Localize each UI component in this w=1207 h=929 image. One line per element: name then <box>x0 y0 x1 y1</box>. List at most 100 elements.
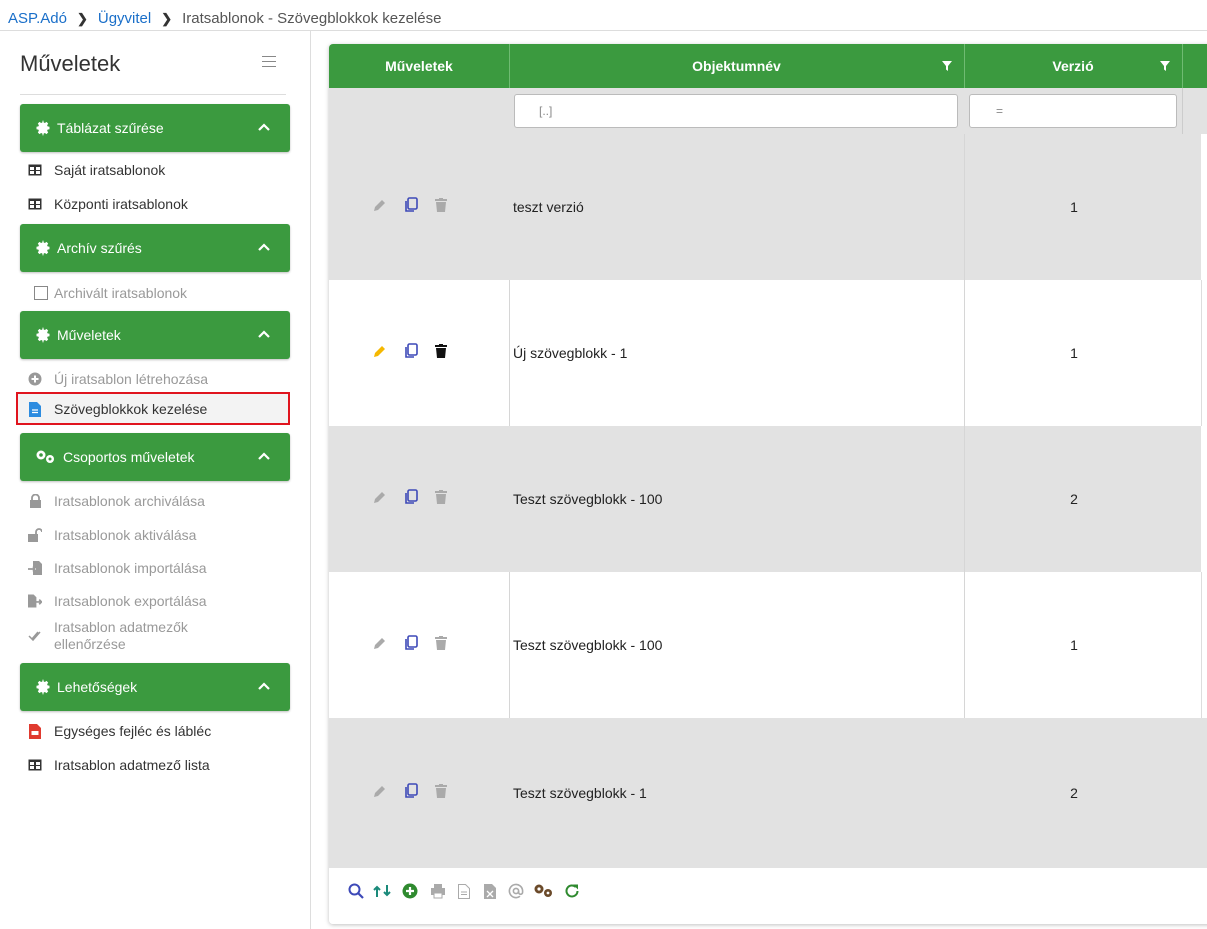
settings-icon[interactable] <box>533 882 555 900</box>
sidebar-item-szovegblokkok-kezelese[interactable]: Szövegblokkok kezelése <box>28 401 207 417</box>
add-icon[interactable] <box>401 882 419 900</box>
sidebar-item-label: Iratsablon adatmező lista <box>54 757 210 773</box>
column-header-verzio[interactable]: Verzió <box>964 44 1183 88</box>
sidebar-item-adatmezo-lista[interactable]: Iratsablon adatmező lista <box>28 757 210 773</box>
sidebar-divider <box>310 31 311 929</box>
copy-icon[interactable] <box>403 783 419 799</box>
row-version: 2 <box>1070 785 1078 801</box>
section-label: Archív szűrés <box>57 240 142 256</box>
section-label: Lehetőségek <box>57 679 138 695</box>
trash-icon[interactable] <box>435 344 447 358</box>
row-actions <box>373 635 463 651</box>
section-label: Műveletek <box>57 327 121 343</box>
sidebar: Műveletek Táblázat szűrése Saját iratsab… <box>0 31 310 929</box>
section-header-csoportos-muveletek[interactable]: Csoportos műveletek <box>20 433 290 481</box>
gear-icon <box>34 239 52 257</box>
column-divider <box>964 280 965 426</box>
document-icon <box>28 401 42 417</box>
search-icon[interactable] <box>347 882 365 900</box>
row-trailing-cell <box>1201 134 1207 280</box>
excel-icon[interactable] <box>481 882 499 900</box>
section-header-lehetosegek[interactable]: Lehetőségek <box>20 663 290 711</box>
double-check-icon <box>28 629 42 643</box>
copy-icon[interactable] <box>403 197 419 213</box>
sidebar-item-adatmezok-ellenorzese[interactable]: Iratsablon adatmezők ellenőrzése <box>28 619 188 653</box>
table-row[interactable]: Új szövegblokk - 1 1 <box>329 280 1207 426</box>
hamburger-menu-icon[interactable] <box>262 56 276 68</box>
sidebar-item-uj-iratsablon[interactable]: Új iratsablon létrehozása <box>28 371 208 387</box>
sidebar-item-label: Iratsablonok importálása <box>54 560 207 576</box>
swap-icon[interactable] <box>373 882 391 900</box>
edit-pencil-icon[interactable] <box>373 198 387 212</box>
gear-icon <box>34 119 52 137</box>
column-divider <box>1182 88 1183 134</box>
chevron-up-icon <box>258 682 270 690</box>
section-header-tablazat-szurese[interactable]: Táblázat szűrése <box>20 104 290 152</box>
table-toolbar <box>329 868 1207 924</box>
row-actions <box>373 783 463 799</box>
refresh-icon[interactable] <box>563 882 581 900</box>
table-icon <box>28 758 42 772</box>
section-label: Táblázat szűrése <box>57 120 164 136</box>
name-filter-input[interactable]: [..] <box>514 94 958 128</box>
unlock-icon <box>28 528 42 542</box>
filter-row: [..] = <box>329 88 1207 134</box>
row-trailing-cell <box>1201 572 1207 718</box>
edit-pencil-icon[interactable] <box>373 490 387 504</box>
sidebar-item-kozponti-iratsablonok[interactable]: Központi iratsablonok <box>28 196 188 212</box>
checkbox-icon[interactable] <box>34 286 48 300</box>
sidebar-item-iratsablonok-archivalasa[interactable]: Iratsablonok archiválása <box>28 493 205 509</box>
trash-icon[interactable] <box>435 784 447 798</box>
chevron-up-icon <box>258 330 270 338</box>
print-icon[interactable] <box>429 882 447 900</box>
copy-icon[interactable] <box>403 489 419 505</box>
gear-icon <box>34 326 52 344</box>
edit-pencil-icon[interactable] <box>373 784 387 798</box>
version-filter-input[interactable]: = <box>969 94 1177 128</box>
sidebar-item-iratsablonok-exportalasa[interactable]: Iratsablonok exportálása <box>28 593 207 609</box>
column-header-label: Objektumnév <box>692 58 781 74</box>
table-icon <box>28 197 42 211</box>
row-name: Teszt szövegblokk - 100 <box>513 491 663 507</box>
breadcrumb-asp-ado[interactable]: ASP.Adó <box>8 10 67 27</box>
filter-icon[interactable] <box>1160 61 1170 71</box>
doc-icon[interactable] <box>455 882 473 900</box>
edit-pencil-icon[interactable] <box>373 636 387 650</box>
breadcrumb-ugyvitel[interactable]: Ügyvitel <box>98 10 151 27</box>
sidebar-item-label: Iratsablonok exportálása <box>54 593 207 609</box>
breadcrumb-separator-icon: ❯ <box>76 10 88 26</box>
row-trailing-cell <box>1201 280 1207 426</box>
breadcrumb: ASP.Adó ❯ Ügyvitel ❯ Iratsablonok - Szöv… <box>8 10 441 27</box>
trash-icon[interactable] <box>435 636 447 650</box>
sidebar-item-iratsablonok-importalasa[interactable]: Iratsablonok importálása <box>28 560 207 576</box>
sidebar-item-iratsablonok-aktivalasa[interactable]: Iratsablonok aktiválása <box>28 527 196 543</box>
section-header-archiv-szures[interactable]: Archív szűrés <box>20 224 290 272</box>
row-trailing-cell <box>1201 426 1207 572</box>
copy-icon[interactable] <box>403 635 419 651</box>
trash-icon[interactable] <box>435 198 447 212</box>
section-header-muveletek[interactable]: Műveletek <box>20 311 290 359</box>
export-icon <box>28 594 42 608</box>
filter-icon[interactable] <box>942 61 952 71</box>
table-row[interactable]: Teszt szövegblokk - 1 2 <box>329 718 1207 868</box>
edit-pencil-icon[interactable] <box>373 344 387 358</box>
filter-placeholder: [..] <box>539 104 553 118</box>
column-divider <box>964 572 965 718</box>
table-row[interactable]: teszt verzió 1 <box>329 134 1207 280</box>
column-header-objektumnev[interactable]: Objektumnév <box>509 44 965 88</box>
sidebar-item-egyseges-fejlec[interactable]: Egységes fejléc és lábléc <box>28 723 211 739</box>
sidebar-item-sajat-iratsablonok[interactable]: Saját iratsablonok <box>28 162 165 178</box>
row-name: Teszt szövegblokk - 1 <box>513 785 647 801</box>
sidebar-item-archivalt-iratsablonok[interactable]: Archivált iratsablonok <box>34 285 187 301</box>
copy-icon[interactable] <box>403 343 419 359</box>
row-actions <box>373 197 463 213</box>
row-actions <box>373 489 463 505</box>
column-divider <box>964 134 965 280</box>
table-row[interactable]: Teszt szövegblokk - 100 2 <box>329 426 1207 572</box>
table-row[interactable]: Teszt szövegblokk - 100 1 <box>329 572 1207 718</box>
trash-icon[interactable] <box>435 490 447 504</box>
breadcrumb-current: Iratsablonok - Szövegblokkok kezelése <box>182 10 442 27</box>
gear-icon <box>34 678 52 696</box>
table-icon <box>28 163 42 177</box>
email-icon[interactable] <box>507 882 525 900</box>
